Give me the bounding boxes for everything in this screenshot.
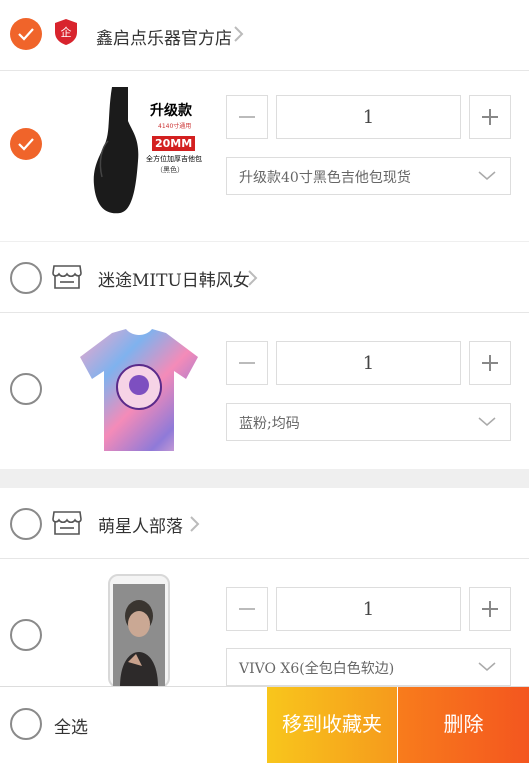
plus-icon [482, 355, 498, 371]
move-to-favorites-button[interactable]: 移到收藏夹 [267, 687, 397, 763]
image-desc-text: 全方位加厚吉他包 [146, 155, 202, 163]
quantity-stepper: 1 [226, 341, 511, 385]
minus-icon [239, 362, 255, 364]
minus-icon [239, 116, 255, 118]
store-name[interactable]: 萌星人部落 [98, 512, 183, 537]
store-header: 企 鑫启点乐器官方店 [0, 0, 529, 71]
checkmark-icon [18, 138, 34, 151]
store-checkbox[interactable] [10, 262, 42, 294]
store-name[interactable]: 迷途MITU日韩风女 [98, 266, 250, 291]
variant-selector[interactable]: 升级款40寸黑色吉他包现货 [226, 157, 511, 195]
variant-selector[interactable]: 蓝粉;均码 [226, 403, 511, 441]
increase-button[interactable] [469, 95, 511, 139]
store-name[interactable]: 鑫启点乐器官方店 [96, 24, 232, 49]
product-image-guitar-bag[interactable]: 升级款 4140寸通用 20MM 全方位加厚吉他包 （黑色） [72, 81, 208, 217]
increase-button[interactable] [469, 341, 511, 385]
decrease-button[interactable] [226, 341, 268, 385]
plus-icon [482, 601, 498, 617]
minus-icon [239, 608, 255, 610]
item-checkbox[interactable] [10, 619, 42, 651]
quantity-input[interactable]: 1 [276, 95, 461, 139]
store-checkbox[interactable] [10, 18, 42, 50]
product-image-phone-case[interactable] [108, 574, 170, 688]
quantity-stepper: 1 [226, 587, 511, 631]
select-all-checkbox[interactable] [10, 708, 42, 740]
store-icon [52, 511, 82, 535]
image-color-text: （黑色） [156, 166, 184, 174]
store-header: 萌星人部落 [0, 488, 529, 559]
cart-item: 1 VIVO X6(全包白色软边) [0, 559, 529, 688]
decrease-button[interactable] [226, 587, 268, 631]
variant-selector[interactable]: VIVO X6(全包白色软边) [226, 648, 511, 686]
phone-case-image [108, 574, 170, 688]
image-title-text: 升级款 [150, 103, 192, 119]
svg-text:企: 企 [61, 25, 72, 39]
quantity-input[interactable]: 1 [276, 341, 461, 385]
chevron-right-icon[interactable] [189, 515, 201, 533]
chevron-right-icon[interactable] [233, 25, 245, 43]
quantity-input[interactable]: 1 [276, 587, 461, 631]
variant-text: 蓝粉;均码 [239, 416, 300, 432]
store-icon [52, 265, 82, 289]
delete-button[interactable]: 删除 [398, 687, 529, 763]
item-checkbox[interactable] [10, 373, 42, 405]
increase-button[interactable] [469, 587, 511, 631]
product-image-tshirt[interactable] [74, 327, 204, 455]
chevron-right-icon[interactable] [247, 269, 259, 287]
official-store-badge-icon: 企 [55, 19, 77, 45]
decrease-button[interactable] [226, 95, 268, 139]
item-checkbox[interactable] [10, 128, 42, 160]
chevron-down-icon [478, 417, 496, 426]
quantity-stepper: 1 [226, 95, 511, 139]
image-thickness-badge: 20MM [152, 136, 196, 151]
chevron-down-icon [478, 171, 496, 180]
tie-dye-tshirt-image [80, 329, 198, 451]
store-checkbox[interactable] [10, 508, 42, 540]
variant-text: 升级款40寸黑色吉他包现货 [239, 170, 411, 186]
store-header: 迷途MITU日韩风女 [0, 242, 529, 313]
select-all-label[interactable]: 全选 [54, 713, 88, 738]
image-sub-text: 4140寸通用 [158, 123, 192, 130]
cart-item: 升级款 4140寸通用 20MM 全方位加厚吉他包 （黑色） 1 升级款40寸黑… [0, 71, 529, 241]
bottom-action-bar: 全选 移到收藏夹 删除 [0, 686, 529, 763]
cart-item: 1 蓝粉;均码 [0, 313, 529, 469]
chevron-down-icon [478, 662, 496, 671]
checkmark-icon [18, 28, 34, 41]
variant-text: VIVO X6(全包白色软边) [239, 661, 395, 677]
plus-icon [482, 109, 498, 125]
